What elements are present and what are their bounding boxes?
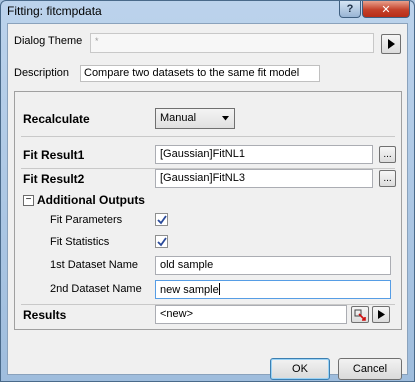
dialog-theme-label: Dialog Theme: [14, 35, 83, 47]
dialog-window: Fitting: fitcmpdata ? ✕ Dialog Theme * D…: [0, 0, 415, 382]
dataset1-name-field[interactable]: old sample: [155, 256, 391, 275]
collapse-minus-icon: −: [25, 194, 32, 205]
results-field[interactable]: <new>: [155, 305, 347, 324]
fit-result2-field[interactable]: [Gaussian]FitNL3: [155, 169, 373, 188]
settings-panel: Recalculate Manual Fit Result1 [Gaussian…: [14, 91, 402, 330]
fit-result1-field[interactable]: [Gaussian]FitNL1: [155, 145, 373, 164]
fit-result1-browse-button[interactable]: ...: [379, 146, 396, 163]
recalculate-dropdown[interactable]: Manual: [155, 108, 235, 129]
divider: [21, 136, 395, 137]
fit-result1-label: Fit Result1: [23, 148, 85, 162]
ok-button[interactable]: OK: [270, 358, 330, 380]
help-button[interactable]: ?: [339, 1, 361, 18]
fit-result2-label: Fit Result2: [23, 172, 85, 186]
results-picker-button[interactable]: [351, 306, 369, 323]
close-icon: ✕: [381, 3, 391, 16]
description-text: Compare two datasets to the same fit mod…: [80, 65, 320, 82]
checkmark-icon: [157, 215, 167, 225]
fit-statistics-checkbox[interactable]: [155, 235, 168, 248]
dialog-body: Dialog Theme * Description Compare two d…: [7, 23, 408, 380]
close-button[interactable]: ✕: [362, 1, 410, 18]
dataset1-name-label: 1st Dataset Name: [50, 259, 139, 271]
title-bar[interactable]: Fitting: fitcmpdata ? ✕: [1, 1, 414, 23]
dataset2-name-label: 2nd Dataset Name: [50, 283, 142, 295]
red-arrow-icon: [354, 309, 366, 321]
dataset2-name-field[interactable]: new sample: [155, 280, 391, 299]
theme-menu-button[interactable]: [381, 34, 401, 54]
recalculate-value: Manual: [160, 112, 197, 124]
window-title: Fitting: fitcmpdata: [7, 4, 102, 18]
recalculate-label: Recalculate: [23, 112, 90, 126]
dataset2-name-value: new sample: [160, 284, 219, 296]
fit-parameters-label: Fit Parameters: [50, 214, 123, 226]
fit-result2-browse-button[interactable]: ...: [379, 170, 396, 187]
text-caret: [218, 283, 220, 295]
cancel-button[interactable]: Cancel: [338, 358, 402, 380]
chevron-down-icon: [222, 116, 229, 121]
description-label: Description: [14, 67, 70, 79]
collapse-toggle[interactable]: −: [23, 195, 34, 206]
dialog-theme-field[interactable]: *: [90, 33, 374, 53]
results-label: Results: [23, 308, 67, 322]
play-arrow-icon: [388, 39, 395, 49]
fit-statistics-label: Fit Statistics: [50, 236, 110, 248]
checkmark-icon: [157, 237, 167, 247]
results-menu-button[interactable]: [372, 306, 390, 323]
fit-parameters-checkbox[interactable]: [155, 213, 168, 226]
additional-outputs-label: Additional Outputs: [37, 193, 145, 207]
play-arrow-icon: [377, 310, 385, 319]
